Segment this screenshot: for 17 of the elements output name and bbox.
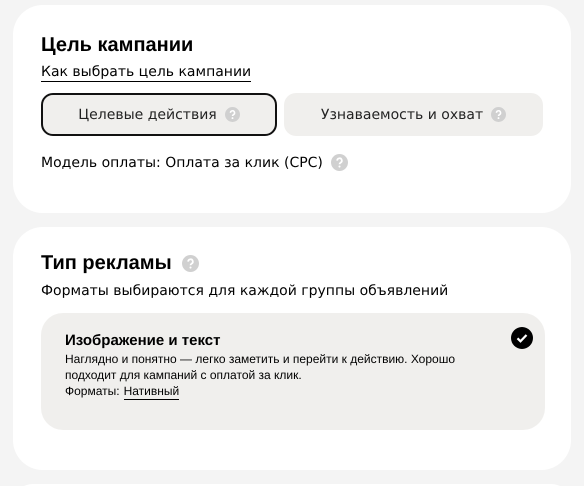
section-title: Тип рекламы	[41, 251, 172, 275]
help-icon[interactable]	[224, 107, 240, 122]
format-link[interactable]: Нативный	[124, 383, 180, 400]
help-link[interactable]: Как выбрать цель кампании	[41, 64, 252, 82]
help-icon[interactable]	[182, 254, 199, 272]
payment-model-text: Модель оплаты: Оплата за клик (CPC)	[41, 154, 323, 170]
help-icon[interactable]	[330, 154, 348, 171]
section-subtitle: Форматы выбираются для каждой группы объявлений	[41, 283, 450, 299]
help-icon[interactable]	[491, 107, 506, 122]
section-title: Цель кампании	[41, 33, 194, 57]
goal-option-button[interactable]: Узнаваемость и охват	[284, 93, 543, 136]
ad-type-option[interactable]: Изображение и текст Наглядно и понятно — легко заметить и перейти к действию. Хорошо подходит для кампаний с оплатой за клик. Форматы: Нативный	[41, 313, 545, 430]
goal-option-button[interactable]: Целевые действия	[41, 93, 278, 136]
formats-label: Форматы:	[65, 383, 120, 400]
option-title: Изображение и текст	[65, 332, 222, 349]
option-description: Наглядно и понятно — легко заметить и перейти к действию. Хорошо подходит для кампаний с оплатой за клик.	[65, 351, 456, 383]
check-icon[interactable]	[511, 327, 533, 349]
